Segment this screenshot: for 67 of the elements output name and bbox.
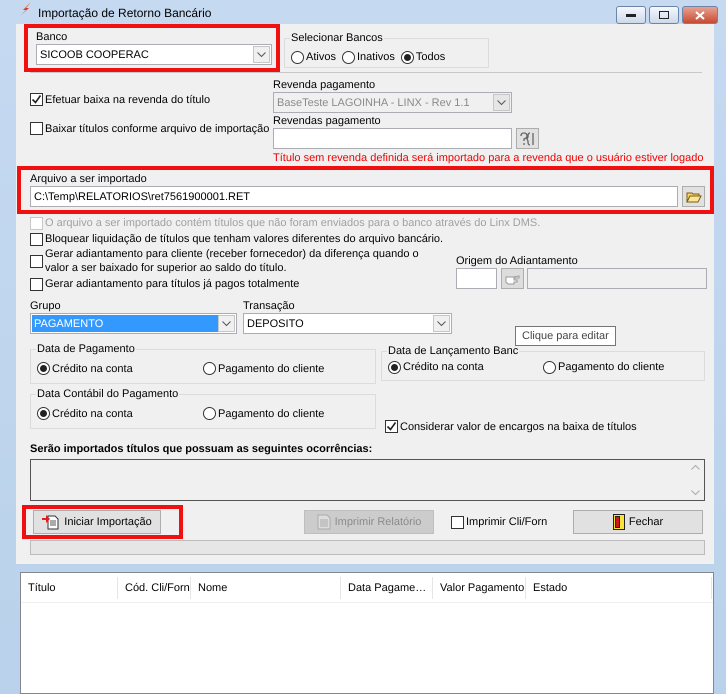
report-icon [316, 514, 331, 530]
field-label: Grupo [30, 299, 62, 313]
radio-option[interactable]: Pagamento do cliente [203, 362, 369, 375]
group-title: Data Contábil do Pagamento [36, 387, 180, 401]
door-icon [612, 514, 625, 530]
warning-text: Título sem revenda definida será importado para a revenda que o usuário estiver logado [273, 151, 704, 165]
resellers-field[interactable] [273, 128, 512, 149]
pointing-hand-icon[interactable] [501, 268, 524, 289]
origin-code-field[interactable] [456, 268, 497, 289]
column-header[interactable]: Cód. Cli/Forn [118, 576, 191, 598]
column-header[interactable]: Valor Pagamento [433, 576, 526, 598]
checkbox-option[interactable]: Gerar adiantamento para títulos já pagos totalmente [30, 277, 450, 291]
checkbox[interactable] [30, 232, 43, 246]
field-label: Arquivo a ser importado [30, 172, 148, 186]
minimize-icon [626, 13, 636, 17]
radio-option[interactable]: Pagamento do cliente [543, 360, 698, 374]
checkbox[interactable] [30, 93, 43, 106]
column-header[interactable]: Título [21, 576, 118, 598]
checkbox-option[interactable]: Considerar valor de encargos na baixa de títulos [385, 420, 637, 433]
bank-dropdown[interactable]: SICOOB COOPERAC [36, 44, 272, 65]
caret-icon [437, 320, 446, 326]
window-title: Importação de Retorno Bancário [38, 6, 212, 20]
folder-icon[interactable] [682, 186, 705, 207]
tooltip: Clique para editar [515, 326, 616, 346]
checkbox[interactable] [30, 122, 43, 135]
checkbox-option[interactable]: Efetuar baixa na revenda do título [30, 93, 267, 106]
checkbox-option[interactable]: Gerar adiantamento para cliente (receber fornecedor) da diferença quando o valor a ser baixado for superior ao saldo do título. [30, 247, 420, 275]
transaction-dropdown[interactable]: DEPOSITO [243, 313, 452, 334]
radio-option[interactable]: Pagamento do cliente [203, 407, 369, 420]
field-label: Origem do Adiantamento [456, 254, 579, 268]
action-button[interactable]: Fechar [573, 510, 703, 534]
document-arrow-icon [42, 514, 60, 530]
field-label: Revendas pagamento [273, 114, 382, 128]
checkbox[interactable] [385, 420, 398, 433]
radio-option[interactable]: Crédito na conta [37, 362, 203, 375]
checkbox-option[interactable]: Baixar títulos conforme arquivo de importação [30, 122, 267, 135]
checkbox-option[interactable]: Imprimir Cli/Forn [451, 516, 548, 528]
group-title: Data de Lançamento Banc [387, 344, 520, 358]
checkbox[interactable] [451, 516, 464, 528]
caret-icon [257, 52, 266, 58]
group-title: Data de Pagamento [36, 342, 136, 356]
caret-icon [222, 320, 231, 326]
field-label: Transação [243, 299, 296, 313]
minimize-button[interactable] [616, 6, 646, 24]
checkbox[interactable] [30, 278, 43, 290]
origin-name-field[interactable] [527, 268, 707, 289]
section-label: Serão importados títulos que possuam as seguintes ocorrências: [30, 442, 372, 456]
column-header[interactable]: Estado [526, 576, 712, 598]
radio-option[interactable]: Crédito na conta [37, 407, 203, 420]
checkbox-option[interactable]: Bloquear liquidação de títulos que tenham valores diferentes do arquivo bancário. [30, 232, 570, 246]
radio-option[interactable]: Crédito na conta [388, 360, 543, 374]
help-lookup-icon[interactable] [516, 128, 539, 149]
checkbox[interactable] [30, 254, 43, 268]
close-button[interactable] [682, 6, 718, 24]
action-button[interactable]: Iniciar Importação [33, 510, 161, 534]
file-path-field[interactable]: C:\Temp\RELATORIOS\ret7561900001.RET [30, 186, 678, 207]
radio-option[interactable]: Ativos [291, 50, 336, 64]
radio-option[interactable]: Todos [400, 50, 446, 64]
maximize-icon [659, 11, 669, 19]
radio-option[interactable]: Inativos [342, 50, 395, 64]
caret-icon [497, 100, 506, 106]
field-label: Revenda pagamento [273, 78, 376, 92]
column-header[interactable]: Data Pagame… [341, 576, 433, 598]
close-icon [695, 10, 705, 20]
column-header[interactable]: Nome [191, 576, 341, 598]
maximize-button[interactable] [649, 6, 679, 24]
field-label: Banco [36, 30, 68, 44]
